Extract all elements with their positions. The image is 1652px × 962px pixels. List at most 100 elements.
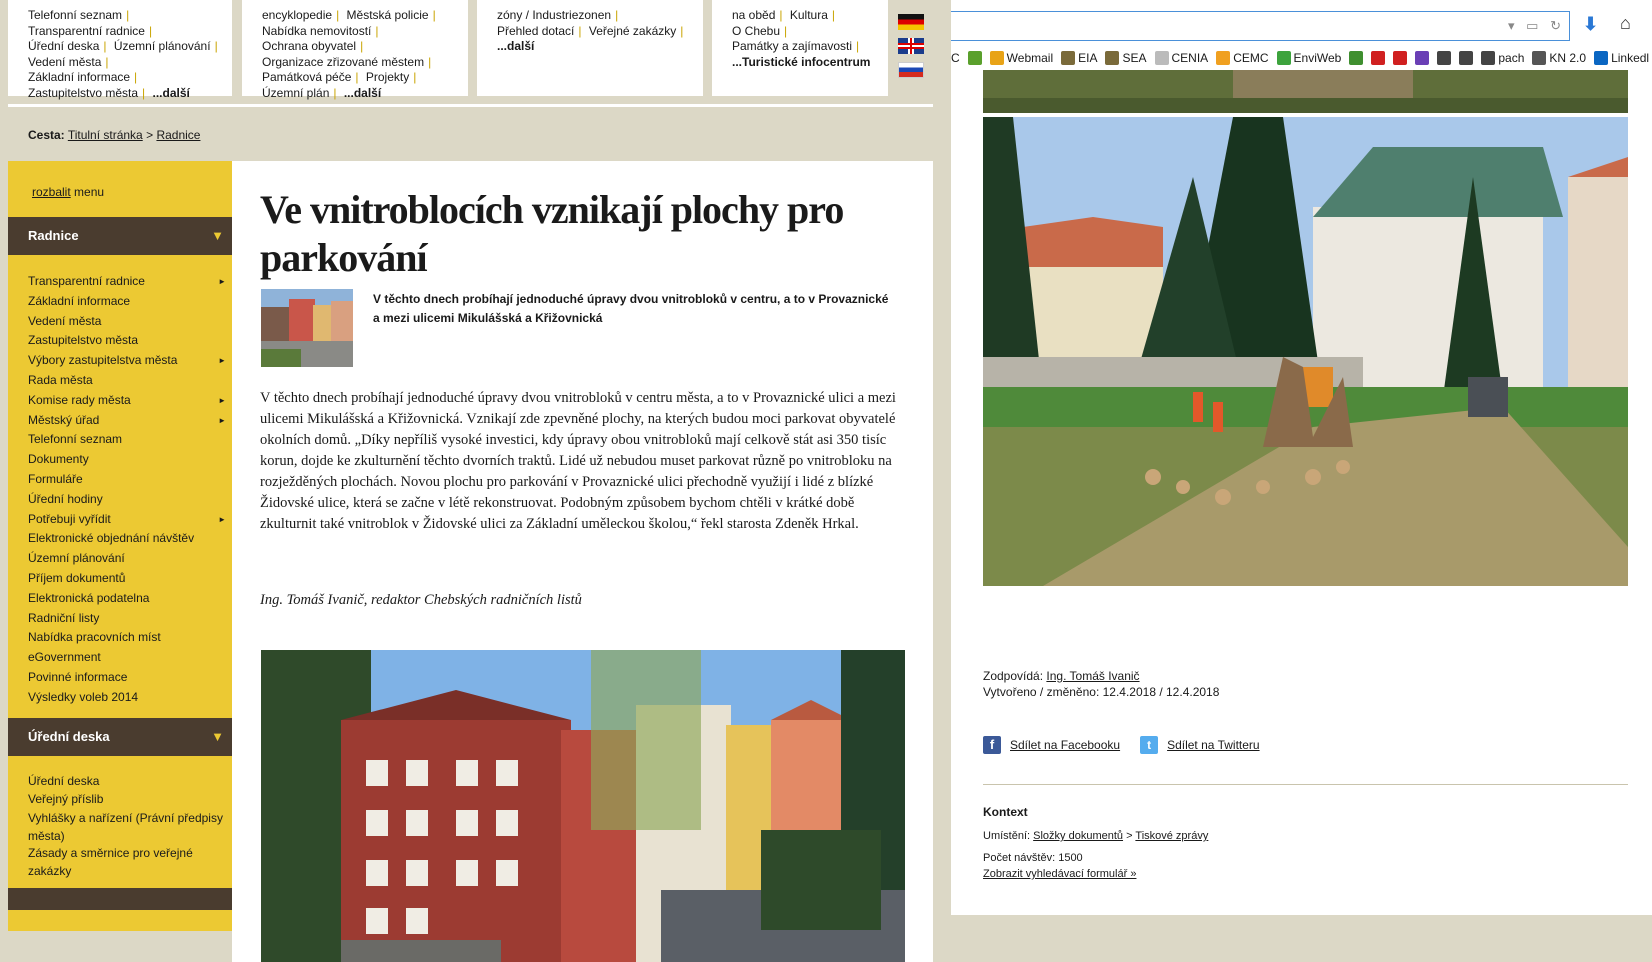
top-link[interactable]: na oběd [732,8,775,22]
context-box: Kontext Umístění: Složky dokumentů > Tis… [983,804,1208,882]
sidebar-item[interactable]: Radniční listy [28,609,226,629]
article-thumbnail[interactable] [261,289,353,367]
top-link[interactable]: ...další [153,86,190,100]
sidebar-item[interactable]: Potřebuji vyřídit ► [28,510,226,530]
top-link[interactable]: zóny / Industriezonen [497,8,611,22]
top-link[interactable]: Organizace zřizované městem [262,55,424,69]
top-link[interactable]: Ochrana obyvatel [262,39,356,53]
top-link[interactable]: Základní informace [28,70,130,84]
dropdown-icon[interactable]: ▾ [1508,18,1515,33]
top-link[interactable]: Veřejné zakázky [589,24,676,38]
share-twitter-link[interactable]: Sdílet na Twitteru [1167,738,1260,752]
bookmark-item[interactable]: EIA [1061,51,1097,65]
sidebar-item[interactable]: Rada města [28,371,226,391]
bookmark-item[interactable] [1459,51,1474,65]
top-link[interactable]: Územní plánování [114,39,211,53]
sidebar-item[interactable]: Veřejný příslib [28,791,226,809]
share-facebook-link[interactable]: Sdílet na Facebooku [1010,738,1120,752]
location-press-link[interactable]: Tiskové zprávy [1135,830,1208,842]
sidebar-item[interactable]: Elektronické objednání návštěv [28,529,226,549]
bookmark-item[interactable]: Webmail [989,51,1053,65]
sidebar-item[interactable]: Zásady a směrnice pro veřejné zakázky [28,845,226,880]
sidebar-item[interactable]: Formuláře [28,470,226,490]
address-bar[interactable]: ▾ ▭ ↻ [951,11,1570,41]
bookmark-item[interactable] [1349,51,1364,65]
sidebar-section-uredni-deska[interactable]: Úřední deska ▼ [8,718,232,756]
bookmark-item[interactable]: KN 2.0 [1532,51,1586,65]
english-flag-icon[interactable] [898,38,924,54]
breadcrumb-current-link[interactable]: Radnice [156,128,200,142]
sidebar-item[interactable]: Vyhlášky a nařízení (Právní předpisy měs… [28,810,226,845]
top-link[interactable]: O Chebu [732,24,780,38]
expand-menu-link[interactable]: rozbalit [32,185,71,199]
top-link[interactable]: Telefonní seznam [28,8,122,22]
sidebar-item[interactable]: Transparentní radnice ► [28,272,226,292]
sidebar-item[interactable]: Vedení města [28,312,226,332]
share-facebook[interactable]: f Sdílet na Facebooku [983,736,1120,754]
bookmark-item[interactable] [967,51,982,65]
sidebar-item[interactable]: Úřední deska [28,773,226,791]
bookmark-item[interactable] [1393,51,1408,65]
top-link[interactable]: ...Turistické infocentrum [732,55,870,69]
sidebar-item[interactable]: Nabídka pracovních míst [28,628,226,648]
russian-flag-icon[interactable] [898,62,924,78]
german-flag-icon[interactable] [898,14,924,30]
sidebar-item[interactable]: Výsledky voleb 2014 [28,688,226,708]
bookmark-item[interactable]: pach [1481,51,1524,65]
sidebar-item[interactable]: Zastupitelstvo města [28,331,226,351]
top-link[interactable]: Nabídka nemovitostí [262,24,371,38]
download-icon[interactable]: ⬇ [1583,14,1598,35]
bookmark-item[interactable] [1371,51,1386,65]
home-icon[interactable]: ⌂ [1620,13,1631,34]
photo-top-strip[interactable] [983,70,1628,113]
share-twitter[interactable]: t Sdílet na Twitteru [1140,736,1260,754]
search-form-link[interactable]: Zobrazit vyhledávací formulář » [983,868,1136,880]
bookmark-item[interactable]: CEMC [1216,51,1269,65]
top-link[interactable]: encyklopedie [262,8,332,22]
sidebar-item[interactable]: eGovernment [28,648,226,668]
reader-view-icon[interactable]: ▭ [1526,18,1538,33]
reload-icon[interactable]: ↻ [1550,18,1561,33]
sidebar-item[interactable]: Elektronická podatelna [28,589,226,609]
location-documents-link[interactable]: Složky dokumentů [1033,830,1123,842]
top-link[interactable]: Památková péče [262,70,351,84]
bookmark-item[interactable]: SEA [1105,51,1147,65]
bookmark-item[interactable]: CENIA [1154,51,1208,65]
sidebar-item[interactable]: Dokumenty [28,450,226,470]
bookmark-item[interactable] [1437,51,1452,65]
sidebar-item[interactable]: Komise rady města ► [28,391,226,411]
top-link[interactable]: Územní plán [262,86,329,100]
bookmark-item[interactable] [1415,51,1430,65]
sidebar-item[interactable]: Telefonní seznam [28,430,226,450]
sidebar-item[interactable]: Úřední hodiny [28,490,226,510]
breadcrumb-home-link[interactable]: Titulní stránka [68,128,143,142]
article: Ve vnitroblocích vznikají plochy pro par… [232,161,933,962]
sidebar-section-collapsed[interactable] [8,888,232,910]
top-link[interactable]: Transparentní radnice [28,24,145,38]
article-photo-trees[interactable] [983,117,1628,586]
top-link[interactable]: ...další [497,39,534,53]
sidebar-section-radnice[interactable]: Radnice ▼ [8,217,232,255]
top-link[interactable]: ...další [344,86,381,100]
bookmark-item[interactable]: EnviWeb [1276,51,1341,65]
top-link[interactable]: Zastupitelstvo města [28,86,138,100]
top-link[interactable]: Úřední deska [28,39,99,53]
sidebar-item[interactable]: Příjem dokumentů [28,569,226,589]
article-photo-buildings[interactable] [261,650,905,962]
sidebar-item-label: Úřední hodiny [28,491,103,506]
top-link[interactable]: Památky a zajímavosti [732,39,852,53]
sidebar-item[interactable]: Městský úřad ► [28,411,226,431]
top-link[interactable]: Kultura [790,8,828,22]
bookmark-item[interactable]: Linkedl [1594,51,1649,65]
top-link[interactable]: Přehled dotací [497,24,574,38]
responsible-name-link[interactable]: Ing. Tomáš Ivanič [1046,669,1139,683]
sidebar-item[interactable]: Výbory zastupitelstva města ► [28,351,226,371]
sidebar-item[interactable]: Základní informace [28,292,226,312]
sidebar-item[interactable]: Územní plánování [28,549,226,569]
alpha-icon [1393,51,1408,65]
bookmark-item[interactable]: C [951,51,960,65]
top-link[interactable]: Projekty [366,70,409,84]
top-link[interactable]: Vedení města [28,55,101,69]
top-link[interactable]: Městská policie [347,8,429,22]
sidebar-item[interactable]: Povinné informace [28,668,226,688]
